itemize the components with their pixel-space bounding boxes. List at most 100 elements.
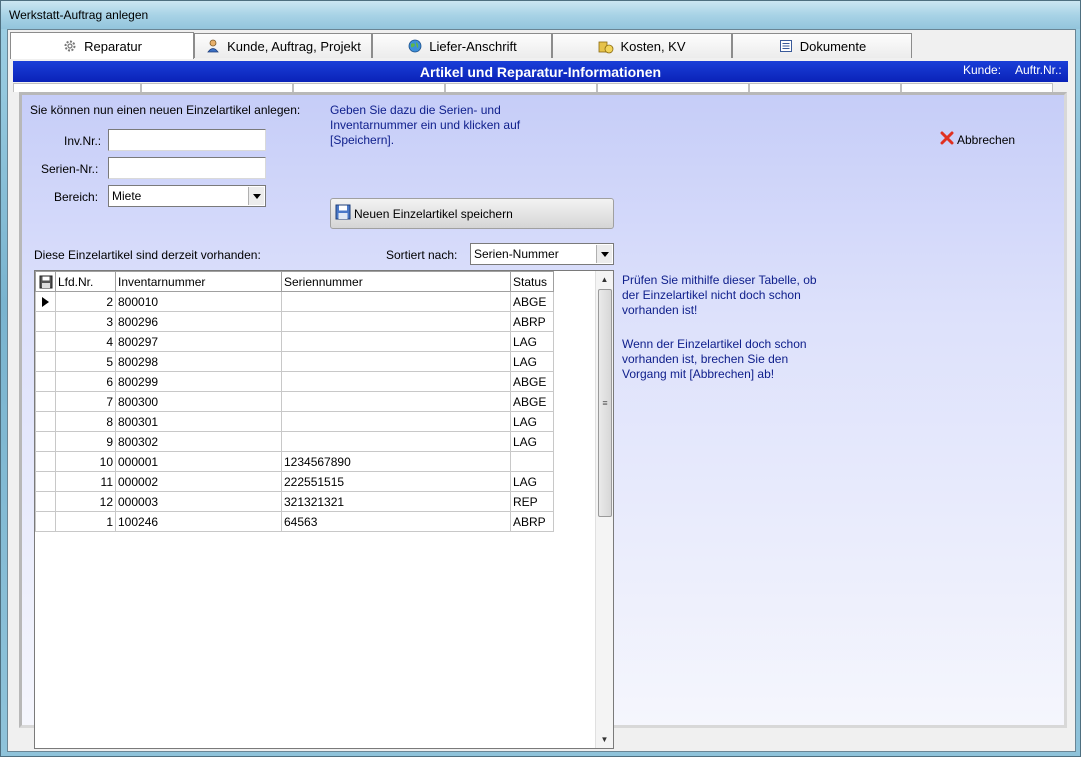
scroll-thumb[interactable]: ≡ bbox=[598, 289, 612, 517]
cell-lfd-nr[interactable]: 4 bbox=[55, 331, 116, 352]
cell-lfd-nr[interactable]: 3 bbox=[55, 311, 116, 332]
serien-nr-field[interactable] bbox=[108, 157, 266, 179]
table-row[interactable]: 12 000003 321321321 REP bbox=[35, 491, 554, 512]
tab-kunde[interactable]: Kunde, Auftrag, Projekt bbox=[194, 33, 372, 58]
cell-lfd-nr[interactable]: 2 bbox=[55, 291, 116, 312]
table-row[interactable]: 2 800010 ABGE bbox=[35, 291, 554, 312]
cell-lfd-nr[interactable]: 11 bbox=[55, 471, 116, 492]
cell-seriennummer[interactable] bbox=[281, 291, 511, 312]
tab-reparatur[interactable]: Reparatur bbox=[10, 32, 194, 59]
cell-seriennummer[interactable] bbox=[281, 311, 511, 332]
col-header-inventarnummer[interactable]: Inventarnummer bbox=[115, 271, 282, 292]
cell-status[interactable]: ABGE bbox=[510, 291, 554, 312]
table-scrollbar[interactable]: ▲ ≡ ▼ bbox=[595, 271, 613, 748]
sub-tab[interactable] bbox=[13, 83, 141, 92]
title-bar[interactable]: Werkstatt-Auftrag anlegen bbox=[1, 1, 1080, 29]
cell-inventarnummer[interactable]: 800010 bbox=[115, 291, 282, 312]
cell-inventarnummer[interactable]: 000002 bbox=[115, 471, 282, 492]
table-row[interactable]: 4 800297 LAG bbox=[35, 331, 554, 352]
cell-seriennummer[interactable]: 222551515 bbox=[281, 471, 511, 492]
cell-inventarnummer[interactable]: 100246 bbox=[115, 511, 282, 532]
cell-lfd-nr[interactable]: 6 bbox=[55, 371, 116, 392]
sub-tab[interactable] bbox=[749, 83, 901, 92]
cell-inventarnummer[interactable]: 800301 bbox=[115, 411, 282, 432]
cell-inventarnummer[interactable]: 800300 bbox=[115, 391, 282, 412]
sub-tab[interactable] bbox=[597, 83, 749, 92]
cell-status[interactable]: REP bbox=[510, 491, 554, 512]
inv-nr-field[interactable] bbox=[108, 129, 266, 151]
row-selector[interactable] bbox=[35, 331, 56, 352]
row-selector[interactable] bbox=[35, 391, 56, 412]
cell-seriennummer[interactable]: 1234567890 bbox=[281, 451, 511, 472]
table-row[interactable]: 1 100246 64563 ABRP bbox=[35, 511, 554, 532]
cell-status[interactable]: LAG bbox=[510, 351, 554, 372]
cell-seriennummer[interactable] bbox=[281, 431, 511, 452]
col-header-status[interactable]: Status bbox=[510, 271, 554, 292]
cell-inventarnummer[interactable]: 800297 bbox=[115, 331, 282, 352]
row-selector[interactable] bbox=[35, 491, 56, 512]
cell-status[interactable]: LAG bbox=[510, 331, 554, 352]
chevron-down-icon[interactable] bbox=[248, 187, 264, 205]
cell-status[interactable]: ABRP bbox=[510, 311, 554, 332]
table-corner[interactable] bbox=[35, 271, 56, 292]
cell-seriennummer[interactable]: 321321321 bbox=[281, 491, 511, 512]
tab-dokumente[interactable]: Dokumente bbox=[732, 33, 912, 58]
row-selector[interactable] bbox=[35, 351, 56, 372]
table-row[interactable]: 8 800301 LAG bbox=[35, 411, 554, 432]
article-table[interactable]: Lfd.Nr. Inventarnummer Seriennummer Stat… bbox=[34, 270, 614, 749]
cell-seriennummer[interactable]: 64563 bbox=[281, 511, 511, 532]
row-selector[interactable] bbox=[35, 511, 56, 532]
cell-lfd-nr[interactable]: 1 bbox=[55, 511, 116, 532]
cell-status[interactable]: LAG bbox=[510, 411, 554, 432]
row-selector[interactable] bbox=[35, 431, 56, 452]
row-selector[interactable] bbox=[35, 371, 56, 392]
cell-lfd-nr[interactable]: 7 bbox=[55, 391, 116, 412]
cell-status[interactable]: ABGE bbox=[510, 391, 554, 412]
table-row[interactable]: 11 000002 222551515 LAG bbox=[35, 471, 554, 492]
cell-status[interactable] bbox=[510, 451, 554, 472]
col-header-seriennummer[interactable]: Seriennummer bbox=[281, 271, 511, 292]
tab-liefer-anschrift[interactable]: Liefer-Anschrift bbox=[372, 33, 552, 58]
row-selector[interactable] bbox=[35, 471, 56, 492]
cell-lfd-nr[interactable]: 12 bbox=[55, 491, 116, 512]
cell-status[interactable]: LAG bbox=[510, 471, 554, 492]
table-row[interactable]: 5 800298 LAG bbox=[35, 351, 554, 372]
row-selector[interactable] bbox=[35, 451, 56, 472]
cell-status[interactable]: ABRP bbox=[510, 511, 554, 532]
cancel-button[interactable]: Abbrechen bbox=[940, 131, 1015, 148]
sub-tab[interactable] bbox=[445, 83, 597, 92]
table-row[interactable]: 9 800302 LAG bbox=[35, 431, 554, 452]
save-article-button[interactable]: Neuen Einzelartikel speichern bbox=[330, 198, 614, 229]
row-selector[interactable] bbox=[35, 311, 56, 332]
cell-inventarnummer[interactable]: 000001 bbox=[115, 451, 282, 472]
cell-lfd-nr[interactable]: 5 bbox=[55, 351, 116, 372]
bereich-select[interactable]: Miete bbox=[108, 185, 266, 207]
chevron-down-icon[interactable] bbox=[596, 245, 612, 263]
tab-kosten-kv[interactable]: Kosten, KV bbox=[552, 33, 732, 58]
cell-inventarnummer[interactable]: 800302 bbox=[115, 431, 282, 452]
cell-seriennummer[interactable] bbox=[281, 371, 511, 392]
table-row[interactable]: 6 800299 ABGE bbox=[35, 371, 554, 392]
sort-select[interactable]: Serien-Nummer bbox=[470, 243, 614, 265]
cell-lfd-nr[interactable]: 9 bbox=[55, 431, 116, 452]
cell-seriennummer[interactable] bbox=[281, 391, 511, 412]
row-selector-current[interactable] bbox=[35, 291, 56, 312]
sub-tab[interactable] bbox=[141, 83, 293, 92]
cell-status[interactable]: ABGE bbox=[510, 371, 554, 392]
cell-seriennummer[interactable] bbox=[281, 331, 511, 352]
sub-tab[interactable] bbox=[901, 83, 1053, 92]
cell-seriennummer[interactable] bbox=[281, 411, 511, 432]
col-header-lfd-nr[interactable]: Lfd.Nr. bbox=[55, 271, 116, 292]
cell-lfd-nr[interactable]: 8 bbox=[55, 411, 116, 432]
sub-tab[interactable] bbox=[293, 83, 445, 92]
cell-inventarnummer[interactable]: 800299 bbox=[115, 371, 282, 392]
cell-seriennummer[interactable] bbox=[281, 351, 511, 372]
cell-status[interactable]: LAG bbox=[510, 431, 554, 452]
scroll-up-icon[interactable]: ▲ bbox=[596, 271, 613, 288]
cell-inventarnummer[interactable]: 000003 bbox=[115, 491, 282, 512]
cell-inventarnummer[interactable]: 800296 bbox=[115, 311, 282, 332]
scroll-down-icon[interactable]: ▼ bbox=[596, 731, 613, 748]
table-row[interactable]: 7 800300 ABGE bbox=[35, 391, 554, 412]
cell-inventarnummer[interactable]: 800298 bbox=[115, 351, 282, 372]
table-row[interactable]: 3 800296 ABRP bbox=[35, 311, 554, 332]
